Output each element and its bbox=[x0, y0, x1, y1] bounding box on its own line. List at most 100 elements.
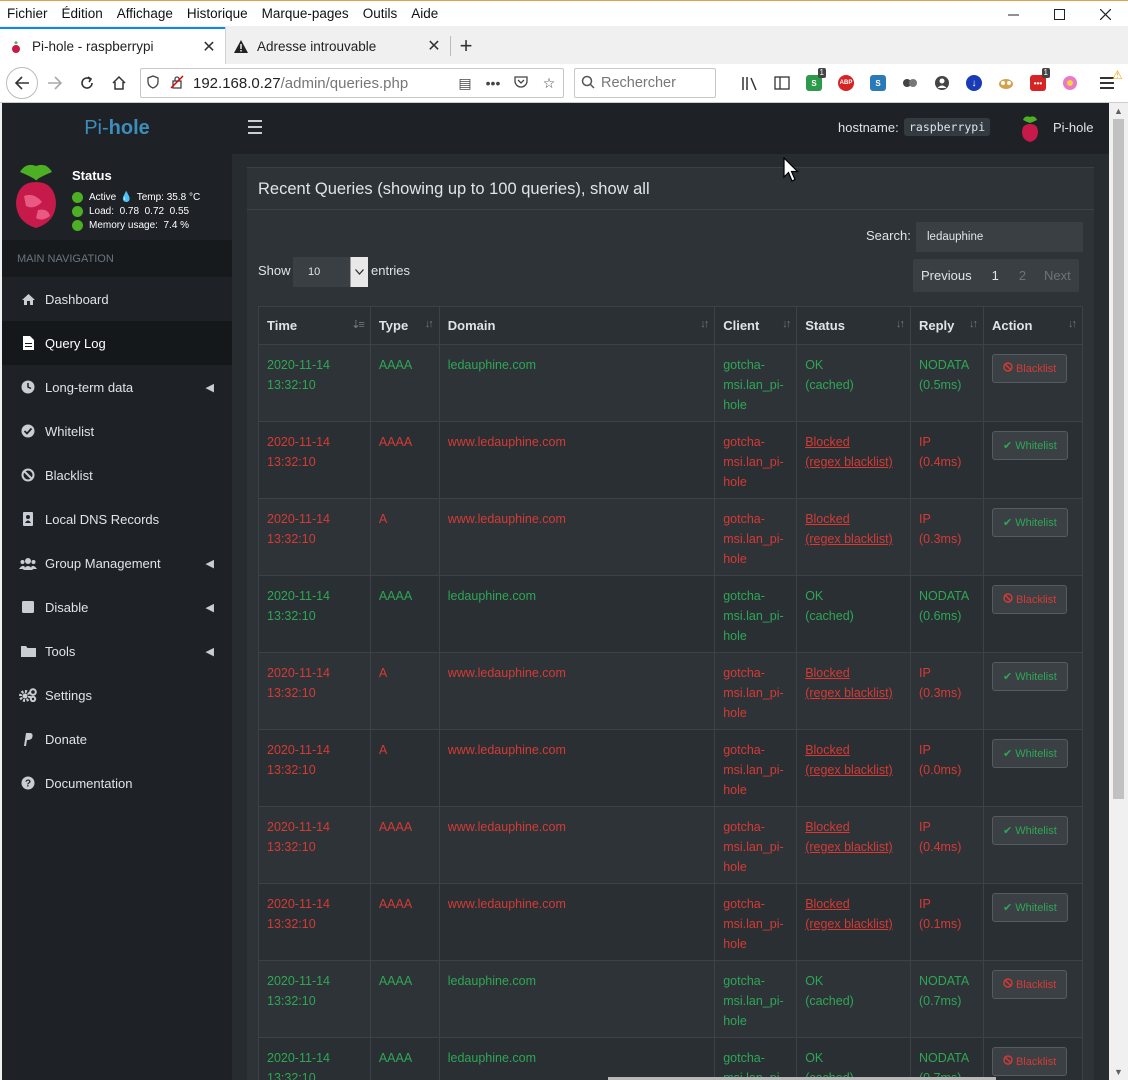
close-window-button[interactable] bbox=[1082, 0, 1128, 28]
column-header-client[interactable]: Client ↓↑ bbox=[714, 306, 798, 345]
account-icon[interactable] bbox=[926, 72, 958, 94]
whitelist-button[interactable]: ✔ Whitelist bbox=[991, 816, 1068, 845]
library-icon[interactable] bbox=[734, 72, 766, 94]
pihole-logo[interactable]: Pi-hole bbox=[2, 103, 232, 154]
whitelist-button[interactable]: ✔ Whitelist bbox=[991, 662, 1068, 691]
page-actions-icon[interactable]: ••• bbox=[479, 75, 507, 91]
whitelist-button[interactable]: ✔ Whitelist bbox=[991, 508, 1068, 537]
cell-status[interactable]: Blocked (regex blacklist) bbox=[796, 652, 911, 730]
sidebar-item-tools[interactable]: Tools ◀ bbox=[2, 629, 232, 673]
menu-outils[interactable]: Outils bbox=[356, 6, 405, 21]
cell-status[interactable]: Blocked (regex blacklist) bbox=[796, 729, 911, 807]
menu-aide[interactable]: Aide bbox=[404, 6, 445, 21]
pagination-previous[interactable]: Previous bbox=[913, 268, 980, 283]
cell-time: 2020-11-14 13:32:10 bbox=[258, 1037, 371, 1080]
cell-status[interactable]: Blocked (regex blacklist) bbox=[796, 498, 911, 576]
red-extension-icon[interactable]: ••• 1 bbox=[1022, 68, 1054, 94]
sidebar-item-query-log[interactable]: Query Log bbox=[2, 321, 232, 365]
column-header-type[interactable]: Type ↓↑ bbox=[369, 306, 440, 345]
menu-fichier[interactable]: Fichier bbox=[0, 6, 55, 21]
blacklist-button[interactable]: Blacklist bbox=[991, 970, 1068, 999]
s-extension-icon[interactable]: S1 bbox=[798, 68, 830, 94]
tab-close-icon[interactable]: ✕ bbox=[201, 37, 217, 57]
new-tab-button[interactable]: + bbox=[451, 28, 481, 64]
color-picker-icon[interactable] bbox=[1054, 72, 1086, 94]
brand-name[interactable]: Pi-hole bbox=[1053, 120, 1093, 135]
download-extension-icon[interactable]: ↓ bbox=[958, 72, 990, 94]
forward-button[interactable] bbox=[40, 68, 70, 98]
menu-marque-pages[interactable]: Marque-pages bbox=[255, 6, 356, 21]
bookmark-star-icon[interactable]: ☆ bbox=[535, 75, 563, 92]
entries-select[interactable]: 10 bbox=[293, 257, 368, 287]
menu-historique[interactable]: Historique bbox=[180, 6, 255, 21]
menu-affichage[interactable]: Affichage bbox=[110, 6, 180, 21]
pagination-next[interactable]: Next bbox=[1034, 268, 1079, 283]
table-search-input[interactable]: ledauphine bbox=[916, 222, 1083, 252]
sidebar-item-documentation[interactable]: ? Documentation bbox=[2, 761, 232, 805]
tab-adresse-introuvable[interactable]: Adresse introuvable ✕ bbox=[225, 28, 450, 64]
sidebar-item-blacklist[interactable]: Blacklist bbox=[2, 453, 232, 497]
hamburger-menu-icon[interactable] bbox=[248, 120, 262, 134]
shield-icon[interactable] bbox=[141, 74, 165, 92]
column-header-domain[interactable]: Domain ↓↑ bbox=[438, 306, 716, 345]
home-button[interactable] bbox=[104, 68, 134, 98]
column-header-action[interactable]: Action ↓↑ bbox=[982, 306, 1084, 345]
status-active: Active bbox=[89, 192, 117, 203]
tab-close-icon[interactable]: ✕ bbox=[426, 36, 442, 56]
blacklist-button[interactable]: Blacklist bbox=[991, 585, 1068, 614]
scroll-down-icon[interactable]: ▼ bbox=[1109, 1064, 1128, 1080]
pocket-icon[interactable] bbox=[507, 75, 535, 91]
scroll-up-icon[interactable]: ▲ bbox=[1109, 103, 1128, 119]
table-header-row: Time ⇣≡ Type ↓↑ Domain ↓↑ Client ↓↑ Status ↓↑… bbox=[258, 306, 1084, 345]
arrow-right-icon bbox=[48, 76, 63, 90]
column-header-reply[interactable]: Reply ↓↑ bbox=[910, 306, 984, 345]
cell-reply: NODATA (0.6ms) bbox=[910, 575, 984, 653]
maximize-button[interactable] bbox=[1036, 0, 1082, 28]
pagination-page-2[interactable]: 2 bbox=[1011, 268, 1034, 283]
sidebar-item-dashboard[interactable]: Dashboard bbox=[2, 277, 232, 321]
adblock-plus-icon[interactable]: ABP bbox=[830, 72, 862, 94]
whitelist-button[interactable]: ✔ Whitelist bbox=[991, 893, 1068, 922]
blacklist-button[interactable]: Blacklist bbox=[991, 1047, 1068, 1076]
owl-extension-icon[interactable] bbox=[990, 72, 1022, 94]
sidebar-item-long-term-data[interactable]: Long-term data ◀ bbox=[2, 365, 232, 409]
column-header-time[interactable]: Time ⇣≡ bbox=[258, 306, 371, 345]
reader-view-icon[interactable]: ▤ bbox=[451, 75, 479, 92]
dots-extension-icon[interactable] bbox=[894, 72, 926, 94]
cell-status[interactable]: Blocked (regex blacklist) bbox=[796, 883, 911, 961]
cell-action: ✔ Whitelist bbox=[982, 498, 1084, 576]
ban-icon bbox=[19, 467, 37, 483]
sidebar: Pi-hole Status Active 💧 Temp: 35.8 °C Lo… bbox=[2, 103, 232, 1080]
tab-pihole[interactable]: Pi-hole - raspberrypi ✕ bbox=[0, 27, 225, 64]
sidebar-item-disable[interactable]: Disable ◀ bbox=[2, 585, 232, 629]
cell-status[interactable]: Blocked (regex blacklist) bbox=[796, 806, 911, 884]
sidebar-item-group-management[interactable]: Group Management ◀ bbox=[2, 541, 232, 585]
search-bar[interactable]: Rechercher bbox=[574, 68, 716, 98]
cell-action: ✔ Whitelist bbox=[982, 652, 1084, 730]
sidebar-icon[interactable] bbox=[766, 72, 798, 94]
cell-status[interactable]: Blocked (regex blacklist) bbox=[796, 421, 911, 499]
s-blue-extension-icon[interactable]: S bbox=[862, 72, 894, 94]
queries-table: Time ⇣≡ Type ↓↑ Domain ↓↑ Client ↓↑ Status ↓↑… bbox=[258, 306, 1084, 1080]
sidebar-item-local-dns-records[interactable]: Local DNS Records bbox=[2, 497, 232, 541]
cell-type: A bbox=[369, 498, 440, 576]
reload-button[interactable] bbox=[72, 68, 102, 98]
sidebar-item-donate[interactable]: Donate bbox=[2, 717, 232, 761]
whitelist-button[interactable]: ✔ Whitelist bbox=[991, 739, 1068, 768]
sidebar-item-whitelist[interactable]: Whitelist bbox=[2, 409, 232, 453]
vertical-scrollbar[interactable]: ▲ ▼ bbox=[1109, 103, 1128, 1080]
check-circle-icon bbox=[19, 423, 37, 439]
url-bar[interactable]: 192.168.0.27/admin/queries.php ▤ ••• ☆ bbox=[140, 68, 564, 98]
cell-action: Blacklist bbox=[982, 344, 1084, 422]
blacklist-button[interactable]: Blacklist bbox=[991, 354, 1068, 383]
whitelist-button[interactable]: ✔ Whitelist bbox=[991, 431, 1068, 460]
insecure-lock-icon[interactable] bbox=[165, 74, 189, 92]
back-button[interactable] bbox=[6, 67, 38, 99]
pagination-page-1[interactable]: 1 bbox=[980, 268, 1011, 283]
column-header-status[interactable]: Status ↓↑ bbox=[796, 306, 911, 345]
sidebar-item-settings[interactable]: Settings bbox=[2, 673, 232, 717]
cell-type: AAAA bbox=[369, 806, 440, 884]
scrollbar-thumb[interactable] bbox=[1113, 119, 1124, 799]
menu-edition[interactable]: Édition bbox=[55, 6, 110, 21]
minimize-button[interactable] bbox=[990, 0, 1036, 28]
